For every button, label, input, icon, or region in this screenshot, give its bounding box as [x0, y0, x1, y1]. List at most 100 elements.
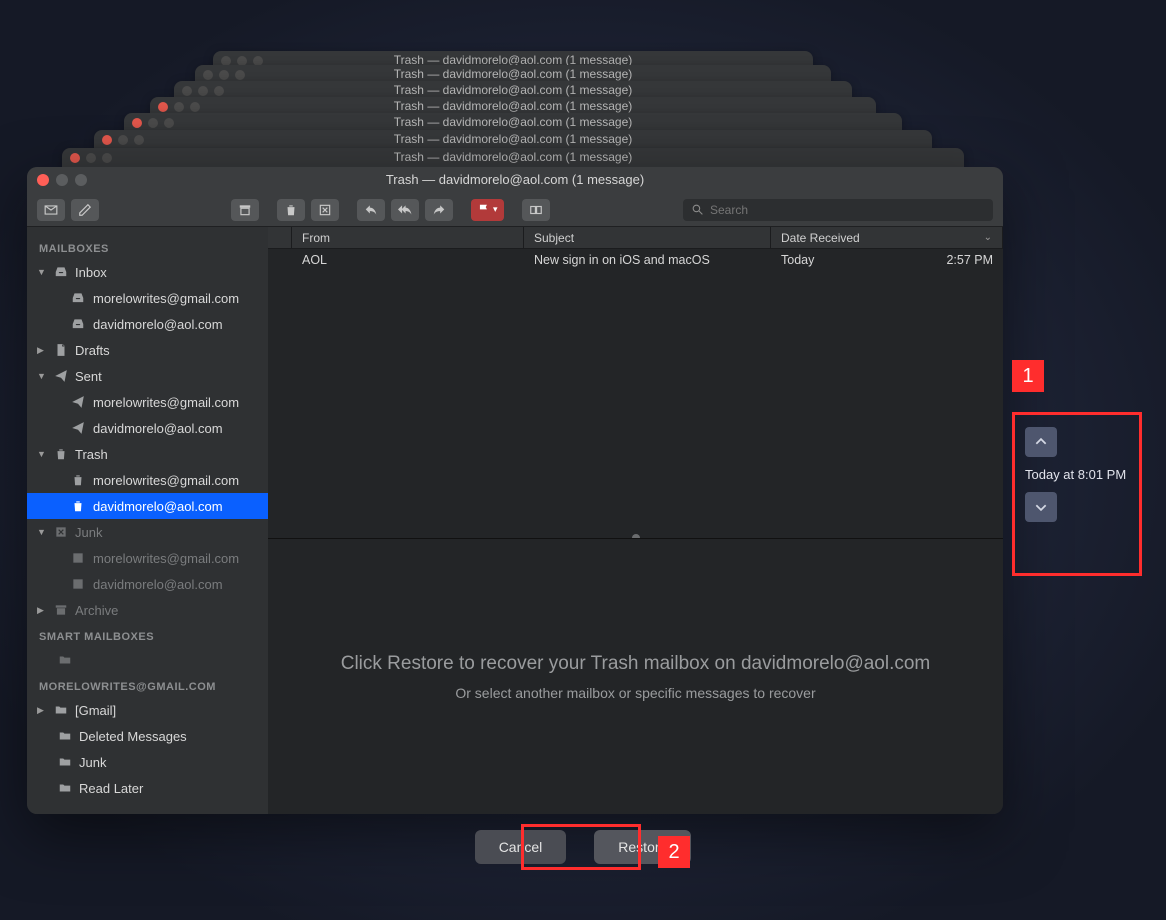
- timemachine-nav: Today at 8:01 PM: [1012, 412, 1142, 576]
- section-account: MORELOWRITES@GMAIL.COM: [27, 673, 268, 697]
- sidebar-trash-account-selected[interactable]: davidmorelo@aol.com: [27, 493, 268, 519]
- column-headers: From Subject Date Received⌄: [268, 227, 1003, 249]
- sidebar-item-label: morelowrites@gmail.com: [93, 473, 239, 488]
- junk-button[interactable]: [311, 199, 339, 221]
- sidebar-drafts[interactable]: ▶Drafts: [27, 337, 268, 363]
- sidebar-item-label: Junk: [75, 525, 102, 540]
- sidebar-trash[interactable]: ▼Trash: [27, 441, 268, 467]
- folder-icon: [57, 781, 73, 795]
- stack-window-title: Trash — davidmorelo@aol.com (1 message): [124, 115, 902, 129]
- stack-window-title: Trash — davidmorelo@aol.com (1 message): [174, 83, 852, 97]
- sidebar-junk[interactable]: ▼Junk: [27, 519, 268, 545]
- reply-button[interactable]: [357, 199, 385, 221]
- junk-icon: [53, 525, 69, 539]
- sidebar-item-label: Deleted Messages: [79, 729, 187, 744]
- sidebar-trash-account[interactable]: morelowrites@gmail.com: [27, 467, 268, 493]
- document-icon: [53, 343, 69, 357]
- column-from[interactable]: From: [292, 227, 524, 248]
- inbox-icon: [69, 291, 87, 305]
- sidebar-item-label: morelowrites@gmail.com: [93, 395, 239, 410]
- sidebar-deleted[interactable]: Deleted Messages: [27, 723, 268, 749]
- column-subject[interactable]: Subject: [524, 227, 771, 248]
- message-list[interactable]: AOL New sign in on iOS and macOS Today2:…: [268, 249, 1003, 539]
- window-title: Trash — davidmorelo@aol.com (1 message): [27, 167, 1003, 193]
- sent-icon: [69, 395, 87, 409]
- toolbar: ▾: [27, 193, 1003, 227]
- delete-button[interactable]: [277, 199, 305, 221]
- sidebar-item-label: Read Later: [79, 781, 143, 796]
- folder-icon: [57, 755, 73, 769]
- sidebar-sent-account[interactable]: davidmorelo@aol.com: [27, 415, 268, 441]
- sidebar-item-label: morelowrites@gmail.com: [93, 551, 239, 566]
- callout-2: 2: [658, 836, 690, 868]
- window-close-button[interactable]: [37, 174, 49, 186]
- archive-icon: [53, 603, 69, 617]
- junk-icon: [69, 577, 87, 591]
- sidebar-inbox-account[interactable]: morelowrites@gmail.com: [27, 285, 268, 311]
- trash-icon: [69, 473, 87, 487]
- recover-line1: Click Restore to recover your Trash mail…: [341, 653, 931, 675]
- search-input[interactable]: [710, 203, 985, 217]
- sidebar-archive[interactable]: ▶Archive: [27, 597, 268, 623]
- sidebar-item-label: davidmorelo@aol.com: [93, 577, 223, 592]
- sidebar-item-label: Drafts: [75, 343, 110, 358]
- titlebar: Trash — davidmorelo@aol.com (1 message): [27, 167, 1003, 193]
- junk-icon: [69, 551, 87, 565]
- sidebar-item-label: [Gmail]: [75, 703, 116, 718]
- sidebar-smart-folder[interactable]: [27, 647, 268, 673]
- stack-window-title: Trash — davidmorelo@aol.com (1 message): [62, 150, 964, 164]
- sidebar-item-label: davidmorelo@aol.com: [93, 421, 223, 436]
- recover-line2: Or select another mailbox or specific me…: [455, 685, 815, 701]
- reply-all-button[interactable]: [391, 199, 419, 221]
- sidebar-gmail[interactable]: ▶[Gmail]: [27, 697, 268, 723]
- folder-icon: [57, 653, 73, 667]
- move-button[interactable]: [522, 199, 550, 221]
- get-mail-button[interactable]: [37, 199, 65, 221]
- column-date[interactable]: Date Received⌄: [771, 227, 1003, 248]
- search-field[interactable]: [683, 199, 993, 221]
- sidebar-item-label: morelowrites@gmail.com: [93, 291, 239, 306]
- recover-prompt: Click Restore to recover your Trash mail…: [268, 539, 1003, 814]
- sidebar-inbox-account[interactable]: davidmorelo@aol.com: [27, 311, 268, 337]
- message-row[interactable]: AOL New sign in on iOS and macOS Today2:…: [268, 249, 1003, 271]
- sidebar-item-label: davidmorelo@aol.com: [93, 317, 223, 332]
- timemachine-next-button[interactable]: [1025, 492, 1057, 522]
- stack-window-title: Trash — davidmorelo@aol.com (1 message): [150, 99, 876, 113]
- sent-icon: [53, 369, 69, 383]
- window-minimize-button[interactable]: [56, 174, 68, 186]
- sidebar-item-label: davidmorelo@aol.com: [93, 499, 223, 514]
- section-mailboxes: MAILBOXES: [27, 235, 268, 259]
- flag-button[interactable]: ▾: [471, 199, 504, 221]
- sidebar-item-label: Sent: [75, 369, 102, 384]
- message-subject: New sign in on iOS and macOS: [524, 249, 771, 271]
- sidebar-junk2[interactable]: Junk: [27, 749, 268, 775]
- sidebar-junk-account[interactable]: morelowrites@gmail.com: [27, 545, 268, 571]
- sidebar-inbox[interactable]: ▼Inbox: [27, 259, 268, 285]
- timemachine-timestamp: Today at 8:01 PM: [1025, 467, 1129, 482]
- chevron-down-icon: ⌄: [984, 227, 992, 249]
- timemachine-prev-button[interactable]: [1025, 427, 1057, 457]
- stack-window-title: Trash — davidmorelo@aol.com (1 message): [195, 67, 831, 81]
- sidebar: MAILBOXES ▼Inbox morelowrites@gmail.com …: [27, 227, 268, 814]
- folder-icon: [57, 729, 73, 743]
- compose-button[interactable]: [71, 199, 99, 221]
- restore-highlight: [521, 824, 641, 870]
- section-smart: SMART MAILBOXES: [27, 623, 268, 647]
- folder-icon: [53, 703, 69, 717]
- mail-window: Trash — davidmorelo@aol.com (1 message) …: [27, 167, 1003, 814]
- sidebar-sent-account[interactable]: morelowrites@gmail.com: [27, 389, 268, 415]
- forward-button[interactable]: [425, 199, 453, 221]
- message-date: Today2:57 PM: [771, 249, 1003, 271]
- sidebar-sent[interactable]: ▼Sent: [27, 363, 268, 389]
- sidebar-readlater[interactable]: Read Later: [27, 775, 268, 801]
- message-pane: From Subject Date Received⌄ AOL New sign…: [268, 227, 1003, 814]
- sidebar-item-label: Junk: [79, 755, 106, 770]
- sent-icon: [69, 421, 87, 435]
- trash-icon: [69, 499, 87, 513]
- window-zoom-button[interactable]: [75, 174, 87, 186]
- archive-button[interactable]: [231, 199, 259, 221]
- search-icon: [691, 203, 704, 216]
- sidebar-junk-account[interactable]: davidmorelo@aol.com: [27, 571, 268, 597]
- stack-window-title: Trash — davidmorelo@aol.com (1 message): [94, 132, 932, 146]
- inbox-icon: [53, 265, 69, 279]
